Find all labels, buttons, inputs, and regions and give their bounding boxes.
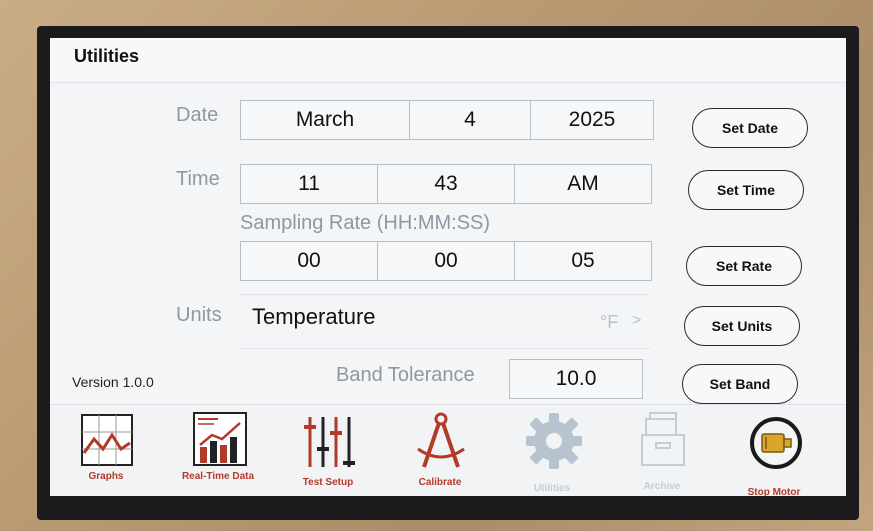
toolbar-label: Graphs — [88, 471, 124, 482]
sampling-ss-field[interactable]: 05 — [514, 241, 652, 281]
sampling-rate-label: Sampling Rate (HH:MM:SS) — [240, 212, 491, 234]
toolbar-label: Utilities — [533, 483, 571, 494]
divider — [240, 348, 650, 349]
page-title: Utilities — [74, 46, 140, 66]
utilities-screen: Utilities Date March 4 2025 Set Date Tim… — [50, 38, 846, 496]
date-label: Date — [176, 104, 219, 126]
bottom-toolbar: Graphs Real-Time Data Test Setup Calibra… — [50, 404, 846, 496]
toolbar-label: Test Setup — [302, 477, 354, 488]
band-tolerance-label: Band Tolerance — [336, 364, 475, 386]
date-year-field[interactable]: 2025 — [530, 100, 654, 140]
units-value[interactable]: Temperature — [252, 304, 376, 330]
toolbar-calibrate-button[interactable]: Calibrate — [390, 405, 490, 496]
time-ampm-field[interactable]: AM — [514, 164, 652, 204]
toolbar-label: Stop Motor — [747, 487, 801, 496]
version-label: Version 1.0.0 — [72, 374, 154, 390]
realtime-chart-icon — [193, 412, 247, 466]
toolbar-label: Real-Time Data — [181, 471, 255, 482]
sampling-mm-field[interactable]: 00 — [377, 241, 515, 281]
date-day-field[interactable]: 4 — [409, 100, 531, 140]
time-label: Time — [176, 168, 220, 190]
compass-icon — [417, 412, 465, 468]
gear-icon — [526, 413, 582, 469]
band-tolerance-field[interactable]: 10.0 — [509, 359, 643, 399]
motor-icon — [750, 417, 802, 469]
toolbar-archive-button[interactable]: Archive — [612, 405, 712, 496]
set-date-button[interactable]: Set Date — [692, 108, 808, 148]
sliders-icon — [304, 417, 355, 467]
toolbar-label: Archive — [643, 481, 681, 492]
toolbar-test-setup-button[interactable]: Test Setup — [278, 405, 378, 496]
set-rate-button[interactable]: Set Rate — [686, 246, 802, 286]
set-time-button[interactable]: Set Time — [688, 170, 804, 210]
toolbar-label: Calibrate — [418, 477, 462, 488]
toolbar-utilities-button[interactable]: Utilities — [502, 405, 602, 496]
toolbar-stop-motor-button[interactable]: Stop Motor — [724, 405, 824, 496]
set-units-button[interactable]: Set Units — [684, 306, 800, 346]
graph-icon — [81, 414, 133, 466]
units-degree-label: °F — [600, 312, 619, 332]
archive-icon — [641, 412, 685, 466]
units-label: Units — [176, 304, 222, 326]
chevron-right-icon[interactable]: > — [632, 312, 641, 330]
toolbar-graphs-button[interactable]: Graphs — [56, 405, 156, 496]
date-month-field[interactable]: March — [240, 100, 410, 140]
divider — [240, 294, 650, 295]
time-minute-field[interactable]: 43 — [377, 164, 515, 204]
toolbar-realtime-button[interactable]: Real-Time Data — [168, 405, 268, 496]
sampling-hh-field[interactable]: 00 — [240, 241, 378, 281]
set-band-button[interactable]: Set Band — [682, 364, 798, 404]
title-bar: Utilities — [50, 38, 846, 83]
time-hour-field[interactable]: 11 — [240, 164, 378, 204]
